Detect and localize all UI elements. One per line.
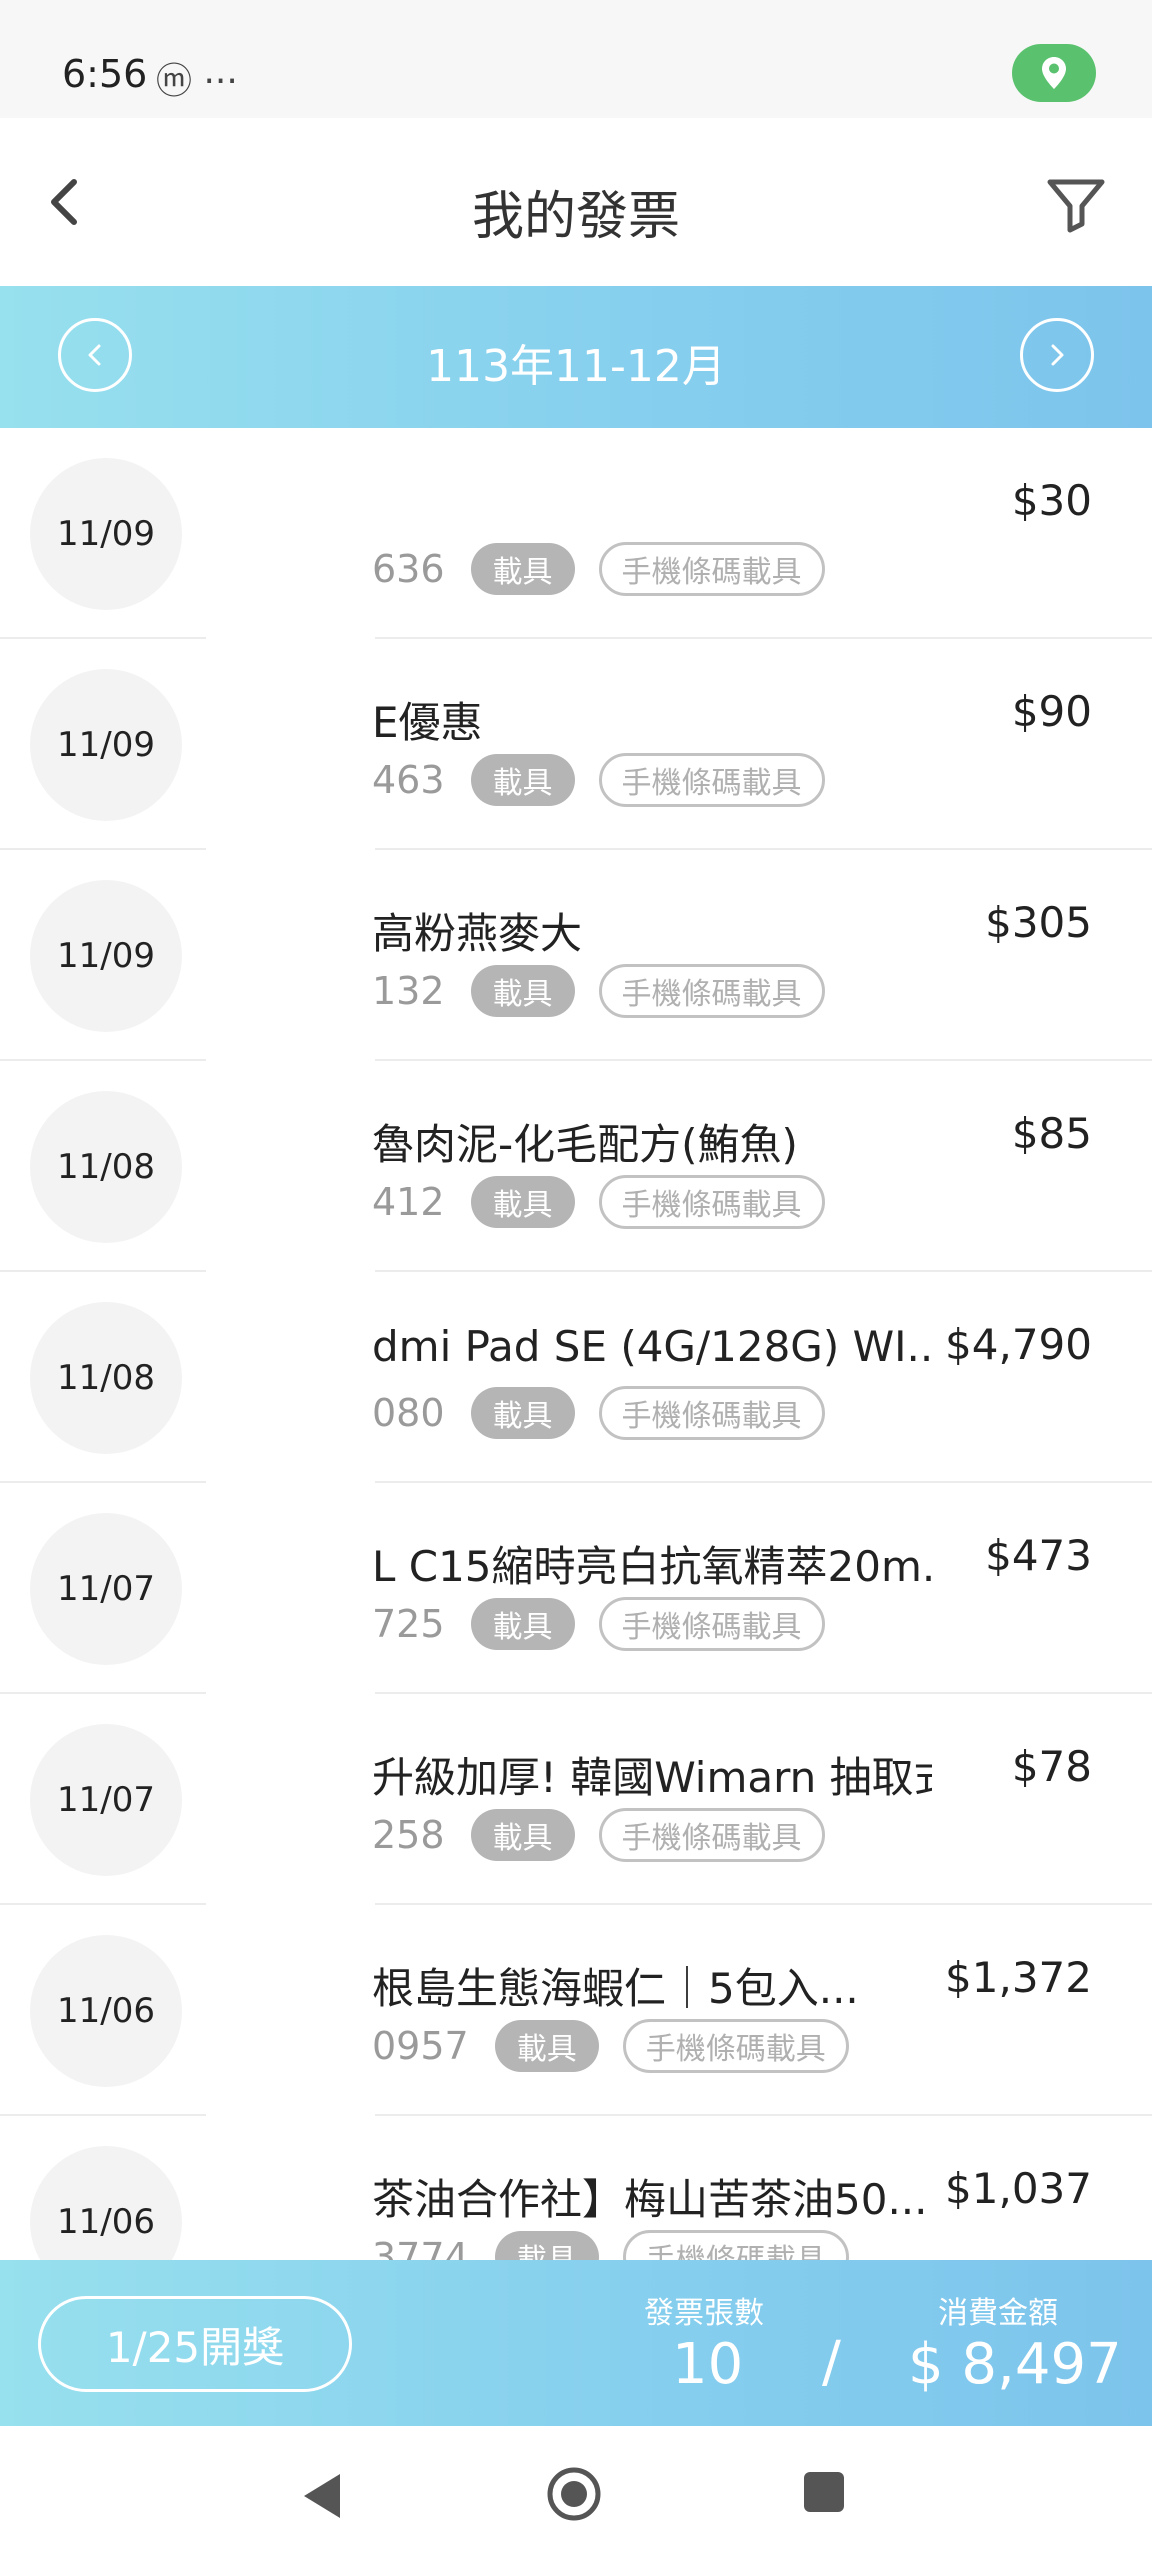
invoice-count-label: 發票張數 [644,2296,764,2331]
month-selector: 113年11-12月 [0,286,1152,428]
carrier-tag: 載具 [470,1387,575,1439]
invoice-meta: 132 載具 手機條碼載具 [372,964,825,1018]
invoice-date: 11/09 [30,669,182,821]
carrier-type-tag: 手機條碼載具 [598,1808,825,1862]
nav-back-icon[interactable] [300,2470,344,2522]
invoice-number: 636 [372,547,445,591]
invoice-item-title: E優惠 [372,698,483,747]
carrier-type-tag: 手機條碼載具 [598,753,825,807]
invoice-row[interactable]: 11/09 高粉燕麥大 $305 132 載具 手機條碼載具 [0,850,1152,1061]
invoice-item-title: L C15縮時亮白抗氧精萃20m... [372,1542,932,1591]
location-pin-icon [1042,57,1066,89]
invoice-count-value: 10 [672,2332,744,2397]
invoice-amount: $1,372 [945,1953,1092,2002]
invoice-amount: $85 [1011,1109,1092,1158]
invoice-meta: 0957 載具 手機條碼載具 [372,2019,849,2073]
invoice-date: 11/06 [30,1935,182,2087]
chevron-right-icon [1051,344,1064,366]
invoice-item-title: 高粉燕麥大 [372,909,583,958]
invoice-item-title: 根島生態海蝦仁｜5包入... [372,1964,859,2013]
nav-recent-apps-icon[interactable] [804,2472,844,2512]
invoice-meta: 412 載具 手機條碼載具 [372,1175,825,1229]
invoice-amount: $90 [1011,687,1092,736]
invoice-number: 725 [372,1602,445,1646]
carrier-type-tag: 手機條碼載具 [622,2019,849,2073]
carrier-type-tag: 手機條碼載具 [622,2230,849,2260]
status-time: 6:56 [62,52,148,96]
invoice-amount: $305 [985,898,1092,947]
carrier-tag: 載具 [470,754,575,806]
invoice-amount: $1,037 [945,2164,1092,2213]
carrier-tag: 載具 [470,965,575,1017]
invoice-item-title: dmi Pad SE (4G/128G) WI... [372,1322,932,1371]
carrier-type-tag: 手機條碼載具 [598,1386,825,1440]
invoice-number: 0957 [372,2024,469,2068]
invoice-date: 11/08 [30,1091,182,1243]
location-indicator [1012,44,1096,102]
invoice-meta: 3774 載具 手機條碼載具 [372,2230,849,2260]
invoice-amount: $473 [985,1531,1092,1580]
invoice-date: 11/09 [30,458,182,610]
invoice-row[interactable]: 11/09 $30 636 載具 手機條碼載具 [0,428,1152,639]
carrier-type-tag: 手機條碼載具 [598,1175,825,1229]
invoice-meta: 080 載具 手機條碼載具 [372,1386,825,1440]
invoice-item-title: 茶油合作社】梅山苦茶油50... [372,2175,928,2224]
invoice-amount: $78 [1011,1742,1092,1791]
invoice-list: 11/09 $30 636 載具 手機條碼載具 11/09 E優惠 $90 46… [0,428,1152,2260]
status-notification-icons: ⓜ ··· [156,61,238,102]
invoice-row[interactable]: 11/07 L C15縮時亮白抗氧精萃20m... $473 725 載具 手機… [0,1483,1152,1694]
nav-home-icon[interactable] [546,2466,602,2522]
invoice-number: 132 [372,969,445,1013]
invoice-meta: 258 載具 手機條碼載具 [372,1808,825,1862]
system-navigation-bar [0,2426,1152,2560]
app-header: 我的發票 [0,118,1152,286]
invoice-number: 258 [372,1813,445,1857]
page-title: 我的發票 [471,187,680,247]
invoice-number: 463 [372,758,445,802]
total-amount-label: 消費金額 [938,2296,1058,2331]
status-bar: 6:56 ⓜ ··· [0,0,1152,118]
invoice-row[interactable]: 11/09 E優惠 $90 463 載具 手機條碼載具 [0,639,1152,850]
invoice-number: 080 [372,1391,445,1435]
invoice-amount: $4,790 [945,1320,1092,1369]
invoice-date: 11/09 [30,880,182,1032]
invoice-amount: $30 [1011,476,1092,525]
carrier-tag: 載具 [470,1809,575,1861]
carrier-type-tag: 手機條碼載具 [598,1597,825,1651]
carrier-tag: 載具 [470,1598,575,1650]
carrier-tag: 載具 [494,2020,599,2072]
carrier-type-tag: 手機條碼載具 [598,964,825,1018]
invoice-date: 11/07 [30,1724,182,1876]
invoice-date: 11/07 [30,1513,182,1665]
invoice-row[interactable]: 11/08 魯肉泥-化毛配方(鮪魚) $85 412 載具 手機條碼載具 [0,1061,1152,1272]
invoice-number: 412 [372,1180,445,1224]
summary-separator: / [822,2330,841,2395]
lottery-draw-button[interactable]: 1/25開獎 [38,2296,352,2392]
invoice-row[interactable]: 11/07 升級加厚! 韓國Wimarn 抽取式... $78 258 載具 手… [0,1694,1152,1905]
filter-button[interactable] [1042,170,1110,238]
carrier-tag: 載具 [470,1176,575,1228]
invoice-item-title: 魯肉泥-化毛配方(鮪魚) [372,1120,798,1169]
next-month-button[interactable] [1020,318,1094,392]
invoice-meta: 725 載具 手機條碼載具 [372,1597,825,1651]
current-period-label: 113年11-12月 [426,341,726,392]
invoice-item-title: 升級加厚! 韓國Wimarn 抽取式... [372,1753,932,1802]
invoice-row[interactable]: 11/06 茶油合作社】梅山苦茶油50... $1,037 3774 載具 手機… [0,2116,1152,2260]
invoice-date: 11/08 [30,1302,182,1454]
invoice-meta: 636 載具 手機條碼載具 [372,542,825,596]
invoice-row[interactable]: 11/08 dmi Pad SE (4G/128G) WI... $4,790 … [0,1272,1152,1483]
invoice-row[interactable]: 11/06 根島生態海蝦仁｜5包入... $1,372 0957 載具 手機條碼… [0,1905,1152,2116]
total-amount-value: $ 8,497 [908,2332,1122,2397]
carrier-type-tag: 手機條碼載具 [598,542,825,596]
invoice-meta: 463 載具 手機條碼載具 [372,753,825,807]
summary-bar: 1/25開獎 發票張數 10 / 消費金額 $ 8,497 [0,2260,1152,2426]
carrier-tag: 載具 [494,2231,599,2260]
invoice-date: 11/06 [30,2146,182,2260]
carrier-tag: 載具 [470,543,575,595]
invoice-number: 3774 [372,2235,469,2260]
filter-funnel-icon [1047,179,1105,233]
